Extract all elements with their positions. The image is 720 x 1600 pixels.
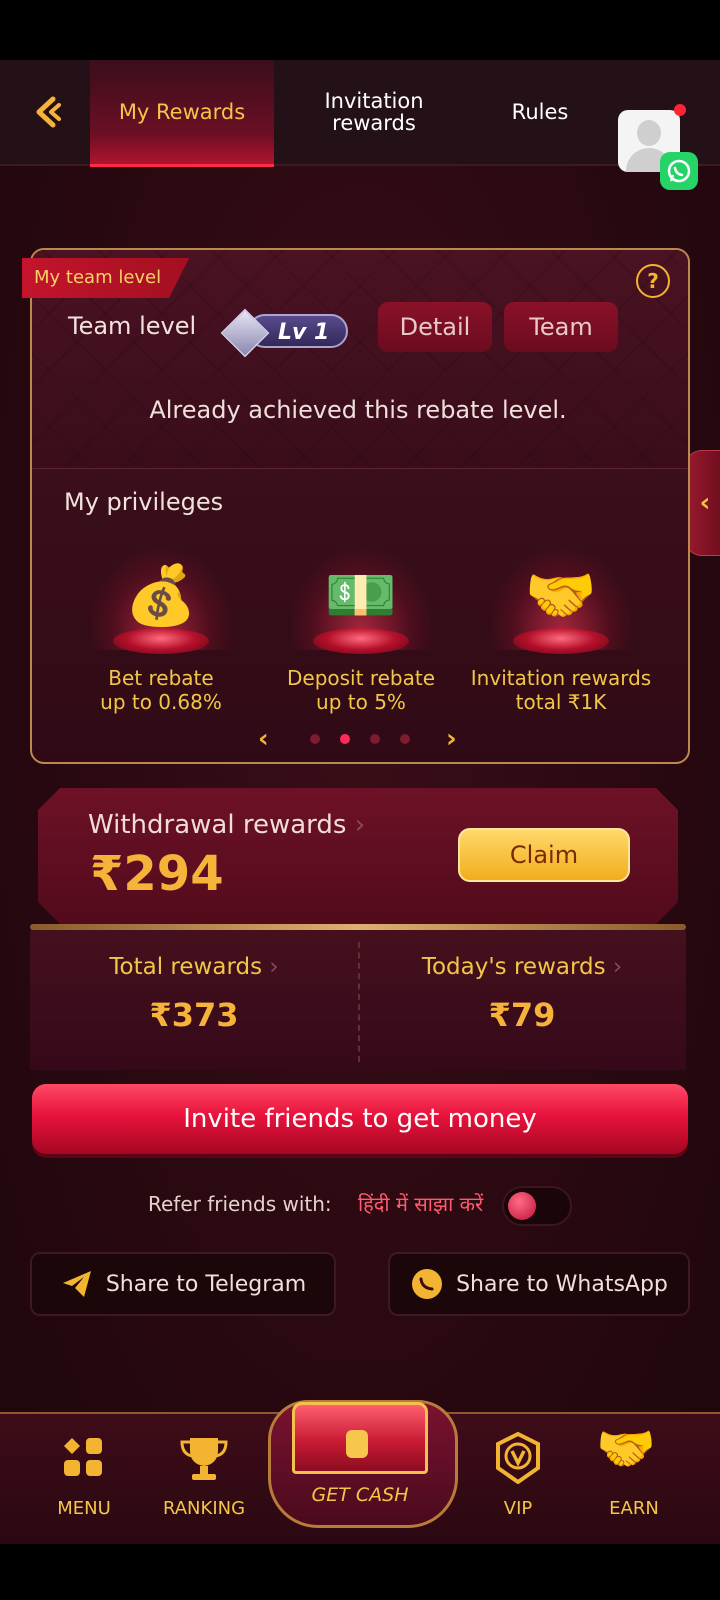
todays-rewards-value: ₹79 [488,996,556,1034]
invite-friends-button[interactable]: Invite friends to get money [32,1084,688,1154]
pager-dot-active[interactable] [340,734,350,744]
coins-gems-icon: 💰 [124,561,198,629]
privilege-deposit-rebate: 💵 Deposit rebate up to 5% [266,550,456,714]
privilege-line1: Invitation rewards [470,666,652,690]
claim-button[interactable]: Claim [458,828,630,882]
privilege-invitation-rewards: 🤝 Invitation rewards total ₹1K [466,550,656,714]
chevron-right-icon[interactable]: › [446,724,457,754]
nav-get-cash[interactable]: GET CASH [268,1484,452,1506]
privilege-label: Bet rebate up to 0.68% [66,666,256,714]
menu-icon[interactable] [54,1428,114,1488]
nav-vip[interactable]: VIP [458,1498,578,1519]
withdrawal-label: Withdrawal rewards [88,810,347,840]
privilege-line1: Deposit rebate [287,666,435,690]
privilege-label: Deposit rebate up to 5% [266,666,456,714]
pager-dot[interactable] [370,734,380,744]
pedestal-base [513,628,609,654]
todays-rewards-label: Today's rewards [421,954,606,980]
top-navigation: My Rewards Invitation rewards Rules [0,60,720,167]
total-rewards-label: Total rewards [109,954,263,980]
total-rewards-link[interactable]: Total rewards › [30,954,358,980]
notification-dot [674,104,686,116]
detail-button[interactable]: Detail [378,302,492,352]
back-arrow-icon [36,96,61,128]
privileges-pager: ‹ › [0,724,720,754]
tab-label: My Rewards [118,100,246,124]
money-chest-icon: 💵 [324,561,398,629]
share-whatsapp-label: Share to WhatsApp [456,1271,668,1297]
chest-lock [346,1430,368,1458]
tab-my-rewards[interactable]: My Rewards [90,60,274,167]
pager-dot[interactable] [400,734,410,744]
refer-label: Refer friends with: [148,1192,332,1216]
share-telegram-label: Share to Telegram [105,1271,307,1297]
handshake-icon[interactable]: 🤝 [596,1418,656,1478]
nav-earn[interactable]: EARN [574,1498,694,1519]
team-level-ribbon: My team level [22,258,190,298]
privilege-bet-rebate: 💰 Bet rebate up to 0.68% [66,550,256,714]
chevron-right-icon: › [612,954,623,980]
chevron-left-icon[interactable]: ‹ [258,724,269,754]
privilege-line2: up to 5% [316,690,406,714]
pedestal: 🤝 [491,550,631,660]
share-whatsapp-button[interactable]: Share to WhatsApp [388,1252,690,1316]
todays-rewards-link[interactable]: Today's rewards › [358,954,686,980]
level-badge: Lv 1 [220,308,352,358]
back-button[interactable] [28,92,68,132]
privilege-line1: Bet rebate [108,666,214,690]
whatsapp-badge[interactable] [660,152,698,190]
rewards-stats: Total rewards › ₹373 Today's rewards › ₹… [30,930,686,1070]
tab-label: Rules [511,100,569,124]
share-telegram-button[interactable]: Share to Telegram [30,1252,336,1316]
toggle-knob [508,1192,536,1220]
tab-rules[interactable]: Rules [480,60,600,164]
privilege-label: Invitation rewards total ₹1K [466,666,656,714]
pager-dot[interactable] [310,734,320,744]
tab-label: Invitation rewards [324,89,424,135]
withdrawal-rewards-link[interactable]: Withdrawal rewards › [88,810,365,840]
telegram-icon [60,1267,94,1301]
privilege-line2: total ₹1K [515,690,607,714]
pedestal: 💵 [291,550,431,660]
hindi-share-toggle[interactable] [502,1186,572,1226]
pedestal-base [313,628,409,654]
whatsapp-icon [667,159,691,183]
nav-menu[interactable]: MENU [24,1498,144,1519]
withdrawal-amount: ₹294 [90,846,224,902]
nav-ranking[interactable]: RANKING [144,1498,264,1519]
pedestal-base [113,628,209,654]
hindi-share-label: हिंदी में साझा करें [358,1192,484,1216]
pedestal: 💰 [91,550,231,660]
team-level-label: Team level [68,312,197,340]
help-icon[interactable]: ? [636,264,670,298]
total-rewards-value: ₹373 [149,996,239,1034]
rebate-status-text: Already achieved this rebate level. [149,396,567,424]
trophy-icon[interactable] [174,1428,234,1488]
handshake-icon: 🤝 [524,561,598,629]
avatar-head [637,120,661,146]
privileges-title: My privileges [64,488,224,516]
chevron-right-icon: › [269,954,279,980]
team-button[interactable]: Team [504,302,618,352]
privilege-line2: up to 0.68% [100,690,222,714]
chevron-left-icon: ‹ [699,488,711,518]
chevron-right-icon: › [354,810,366,840]
vip-icon[interactable] [488,1428,548,1488]
tab-invitation-rewards[interactable]: Invitation rewards [294,60,454,164]
whatsapp-icon [410,1267,444,1301]
